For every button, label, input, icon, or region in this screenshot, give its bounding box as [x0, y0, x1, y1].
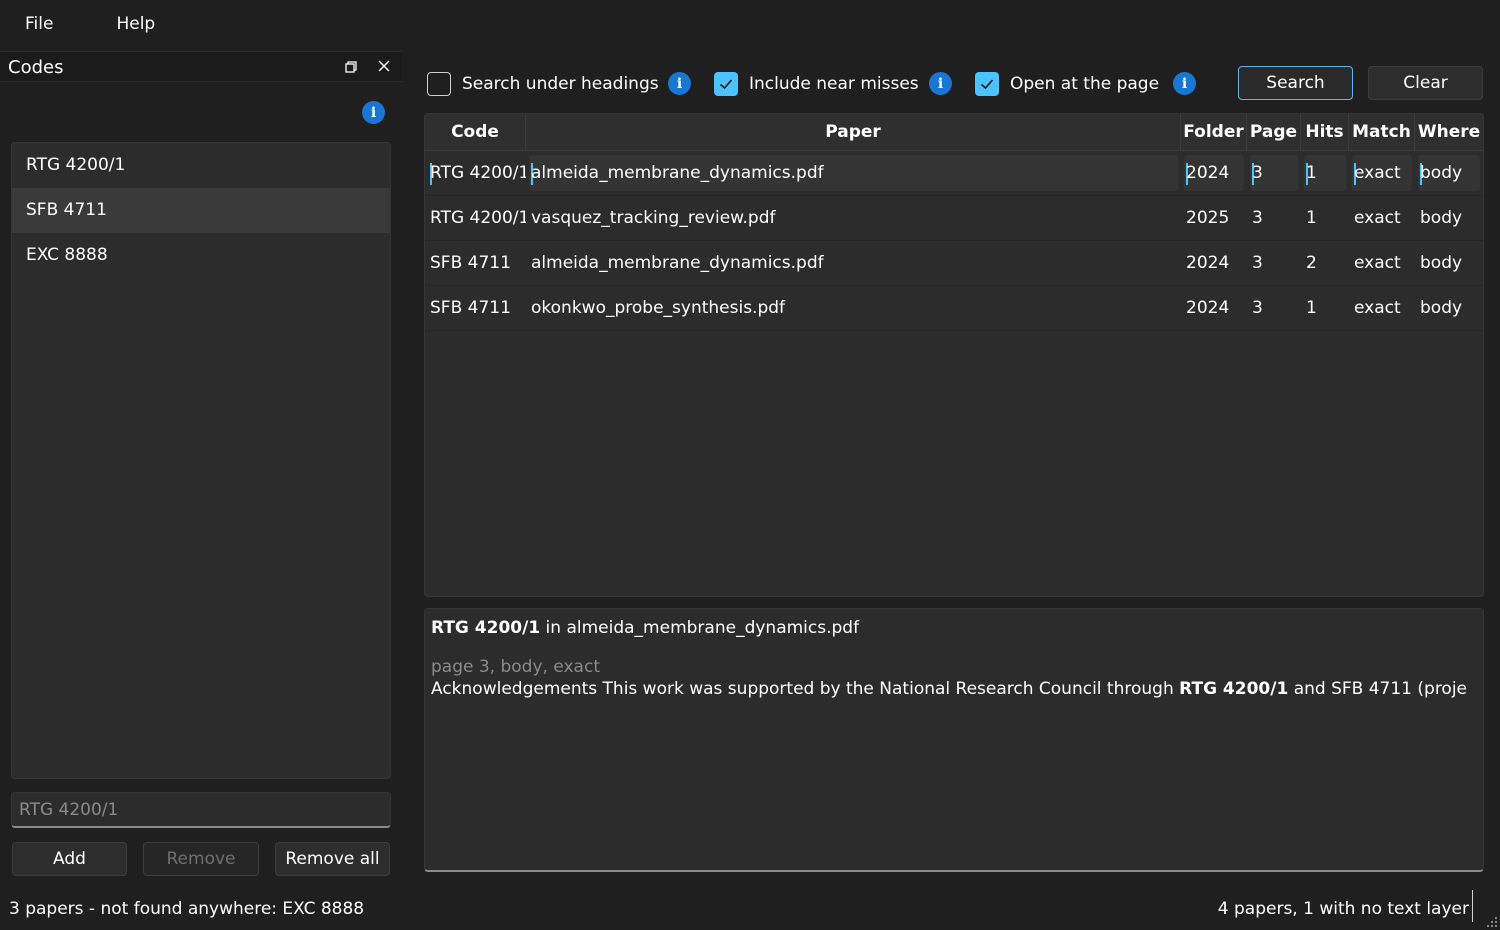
- cell-paper: almeida_membrane_dynamics.pdf: [531, 163, 824, 183]
- remove-all-button[interactable]: Remove all: [275, 842, 390, 876]
- codes-dock-header: Codes: [0, 51, 402, 82]
- codes-dock-title: Codes: [8, 57, 64, 78]
- cell-hits: 1: [1306, 298, 1317, 318]
- cell-match: exact: [1354, 298, 1401, 318]
- include-near-misses-checkbox[interactable]: [714, 72, 738, 96]
- code-input[interactable]: [11, 792, 391, 828]
- column-header-match[interactable]: Match: [1349, 114, 1415, 150]
- cell-code: SFB 4711: [430, 298, 511, 318]
- checkmark-icon: [719, 79, 733, 90]
- search-under-headings-checkbox[interactable]: [427, 72, 451, 96]
- cell-where: body: [1420, 253, 1463, 273]
- column-header-folder[interactable]: Folder: [1181, 114, 1247, 150]
- cell-folder: 2024: [1186, 298, 1230, 318]
- include-near-misses-label: Include near misses: [749, 74, 919, 94]
- column-header-code[interactable]: Code: [425, 114, 526, 150]
- search-under-headings-label: Search under headings: [462, 74, 659, 94]
- cell-where: body: [1420, 298, 1463, 318]
- code-list[interactable]: RTG 4200/1 SFB 4711 EXC 8888: [11, 142, 391, 779]
- cell-hits: 2: [1306, 253, 1317, 273]
- cell-match: exact: [1354, 163, 1401, 183]
- search-under-headings-option[interactable]: Search under headings: [427, 70, 659, 98]
- near-misses-info-icon[interactable]: i: [929, 72, 952, 95]
- status-divider: [1472, 890, 1473, 922]
- search-button[interactable]: Search: [1238, 66, 1353, 100]
- preview-paper: almeida_membrane_dynamics.pdf: [566, 618, 860, 638]
- cell-folder: 2025: [1186, 208, 1230, 228]
- codes-info-icon[interactable]: i: [362, 101, 385, 124]
- status-left: 3 papers - not found anywhere: EXC 8888: [9, 899, 365, 919]
- preview-in-word: in: [540, 618, 567, 638]
- cell-paper: okonkwo_probe_synthesis.pdf: [531, 298, 786, 318]
- column-header-page[interactable]: Page: [1247, 114, 1301, 150]
- match-preview[interactable]: RTG 4200/1 in almeida_membrane_dynamics.…: [424, 608, 1484, 872]
- table-row[interactable]: RTG 4200/1 almeida_membrane_dynamics.pdf…: [425, 151, 1483, 196]
- results-table[interactable]: Code Paper Folder Page Hits Match Where …: [424, 113, 1484, 597]
- cell-match: exact: [1354, 208, 1401, 228]
- open-at-page-checkbox[interactable]: [975, 72, 999, 96]
- checkmark-icon: [980, 79, 994, 90]
- cell-page: 3: [1252, 298, 1263, 318]
- code-list-item[interactable]: EXC 8888: [12, 233, 390, 278]
- code-list-item[interactable]: RTG 4200/1: [12, 143, 390, 188]
- snippet-before: Acknowledgements This work was supported…: [431, 679, 1180, 699]
- cell-hits: 1: [1306, 163, 1317, 183]
- menu-file[interactable]: File: [0, 0, 78, 48]
- resize-grip-icon[interactable]: [1486, 916, 1498, 928]
- float-window-icon[interactable]: [343, 59, 359, 75]
- cell-where: body: [1420, 163, 1463, 183]
- snippet-after: and SFB 4711 (proje: [1288, 679, 1468, 699]
- cell-hits: 1: [1306, 208, 1317, 228]
- cell-where: body: [1420, 208, 1463, 228]
- cell-page: 3: [1252, 163, 1263, 183]
- column-header-where[interactable]: Where: [1415, 114, 1483, 150]
- preview-snippet: Acknowledgements This work was supported…: [431, 679, 1477, 699]
- table-row[interactable]: SFB 4711 almeida_membrane_dynamics.pdf 2…: [425, 241, 1483, 286]
- include-near-misses-option[interactable]: Include near misses: [714, 70, 919, 98]
- snippet-match: RTG 4200/1: [1179, 679, 1289, 699]
- cell-match: exact: [1354, 253, 1401, 273]
- code-list-item[interactable]: SFB 4711: [12, 188, 390, 233]
- table-header: Code Paper Folder Page Hits Match Where: [425, 114, 1483, 151]
- cell-paper: vasquez_tracking_review.pdf: [531, 208, 776, 228]
- status-right: 4 papers, 1 with no text layer: [1217, 899, 1469, 919]
- cell-code: RTG 4200/1: [430, 208, 526, 228]
- cell-code: SFB 4711: [430, 253, 511, 273]
- preview-heading: RTG 4200/1 in almeida_membrane_dynamics.…: [431, 618, 1477, 638]
- close-icon[interactable]: [375, 57, 393, 75]
- preview-code: RTG 4200/1: [431, 618, 541, 638]
- cell-folder: 2024: [1186, 163, 1230, 183]
- open-at-page-option[interactable]: Open at the page: [975, 70, 1159, 98]
- cell-paper: almeida_membrane_dynamics.pdf: [531, 253, 824, 273]
- add-button[interactable]: Add: [12, 842, 127, 876]
- cell-page: 3: [1252, 253, 1263, 273]
- table-row[interactable]: SFB 4711 okonkwo_probe_synthesis.pdf 202…: [425, 286, 1483, 331]
- open-page-info-icon[interactable]: i: [1173, 72, 1196, 95]
- open-at-page-label: Open at the page: [1010, 74, 1160, 94]
- menu-help[interactable]: Help: [78, 0, 180, 48]
- search-headings-info-icon[interactable]: i: [668, 72, 691, 95]
- menu-bar: File Help: [0, 0, 1500, 48]
- column-header-hits[interactable]: Hits: [1301, 114, 1349, 150]
- column-header-paper[interactable]: Paper: [526, 114, 1181, 150]
- cell-code: RTG 4200/1: [430, 163, 526, 183]
- cell-folder: 2024: [1186, 253, 1230, 273]
- cell-page: 3: [1252, 208, 1263, 228]
- preview-meta: page 3, body, exact: [431, 657, 600, 677]
- clear-button[interactable]: Clear: [1368, 66, 1483, 100]
- table-row[interactable]: RTG 4200/1 vasquez_tracking_review.pdf 2…: [425, 196, 1483, 241]
- remove-button[interactable]: Remove: [143, 842, 259, 876]
